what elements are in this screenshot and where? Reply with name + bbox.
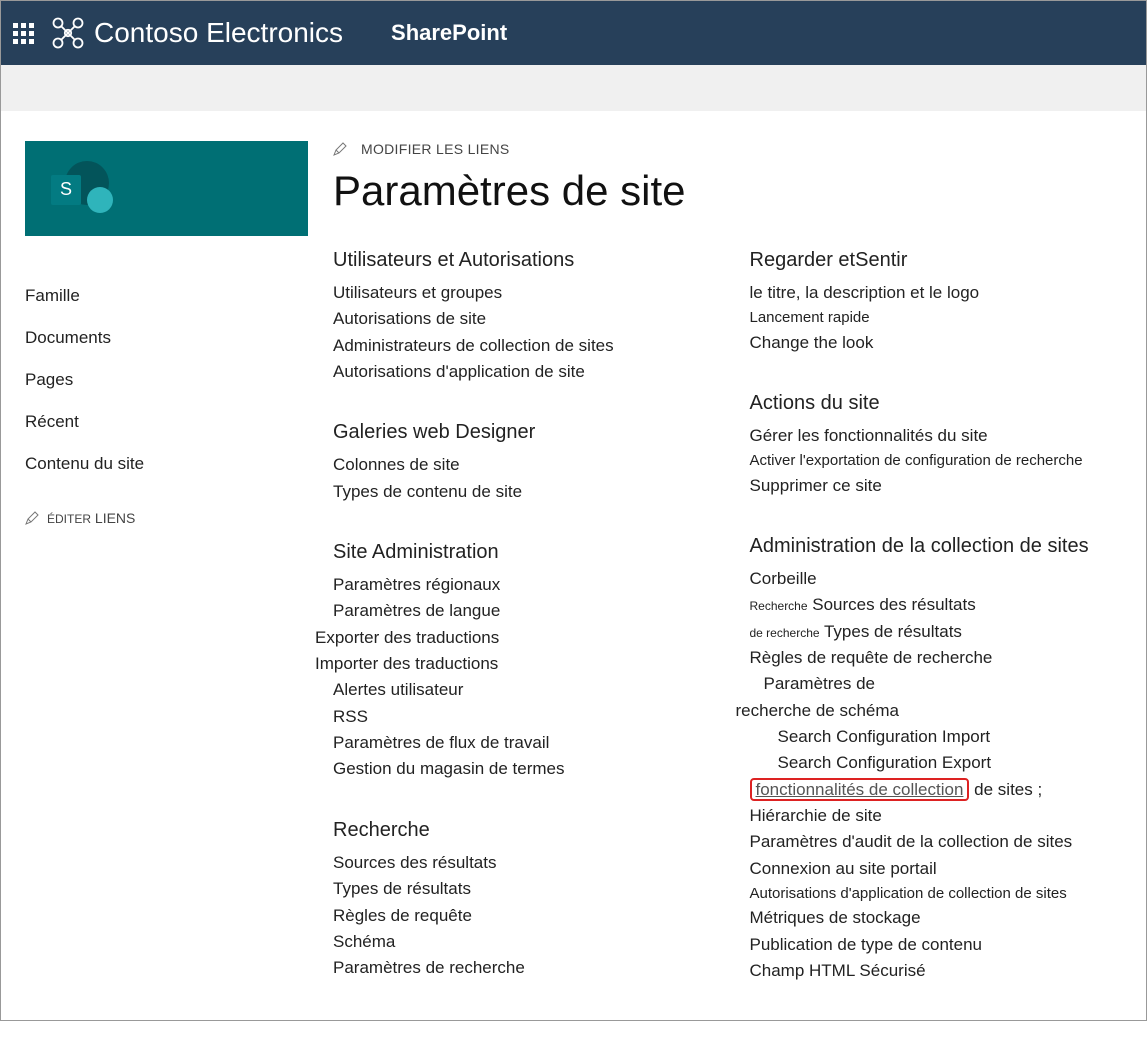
link-site-columns[interactable]: Colonnes de site [333, 452, 710, 478]
link-search-settings[interactable]: Paramètres de recherche [333, 955, 710, 981]
link-manage-site-features[interactable]: Gérer les fonctionnalités du site [750, 423, 1127, 449]
section-site-actions: Actions du site Gérer les fonctionnalité… [750, 392, 1127, 499]
link-recycle-bin[interactable]: Corbeille [750, 566, 1127, 592]
link-enable-search-config-export[interactable]: Activer l'exportation de configuration d… [750, 449, 1127, 472]
link-site-coll-admins[interactable]: Administrateurs de collection de sites [333, 333, 710, 359]
section-site-collection-admin: Administration de la collection de sites… [750, 535, 1127, 984]
link-portal-site-connection[interactable]: Connexion au site portail [750, 856, 1127, 882]
pencil-icon [333, 142, 347, 156]
link-highlight-site-coll-features: fonctionnalités de collection [750, 778, 970, 801]
link-title-description-logo[interactable]: le titre, la description et le logo [750, 280, 1127, 306]
link-term-store[interactable]: Gestion du magasin de termes [333, 756, 710, 782]
nav-item-site-contents[interactable]: Contenu du site [25, 444, 325, 486]
settings-column-1: Utilisateurs et Autorisations Utilisateu… [333, 249, 710, 1020]
section-site-administration: Site Administration Paramètres régionaux… [333, 541, 710, 783]
nav-item-documents[interactable]: Documents [25, 318, 325, 360]
nav-item-recent[interactable]: Récent [25, 402, 325, 444]
link-quick-launch[interactable]: Lancement rapide [750, 306, 1127, 329]
link-export-translations[interactable]: Exporter des traductions [315, 625, 710, 651]
edit-links-suffix: LIENS [95, 510, 135, 526]
edit-links-button[interactable]: ÉDITER LIENS [25, 510, 325, 526]
edit-links-prefix: ÉDITER [47, 512, 91, 526]
section-heading: Administration de la collection de sites [750, 535, 1127, 558]
nav-item-famille[interactable]: Famille [25, 276, 325, 318]
section-heading: Galeries web Designer [333, 421, 710, 444]
link-query-rules[interactable]: Règles de requête [333, 903, 710, 929]
link-site-hierarchy[interactable]: Hiérarchie de site [750, 803, 1127, 829]
section-search: Recherche Sources des résultats Types de… [333, 819, 710, 982]
link-change-the-look[interactable]: Change the look [750, 330, 1127, 356]
section-heading: Recherche [333, 819, 710, 842]
link-regional-settings[interactable]: Paramètres régionaux [333, 572, 710, 598]
section-web-designer-galleries: Galeries web Designer Colonnes de site T… [333, 421, 710, 505]
link-people-groups[interactable]: Utilisateurs et groupes [333, 280, 710, 306]
section-heading: Regarder etSentir [750, 249, 1127, 272]
link-content-type-publishing[interactable]: Publication de type de contenu [750, 932, 1127, 958]
link-search-result-sources[interactable]: Recherche Sources des résultats [750, 592, 1127, 618]
section-look-and-feel: Regarder etSentir le titre, la descripti… [750, 249, 1127, 356]
section-heading: Site Administration [333, 541, 710, 564]
link-schema[interactable]: Schéma [333, 929, 710, 955]
edit-top-links-button[interactable]: MODIFIER LES LIENS [333, 141, 1126, 157]
link-site-content-types[interactable]: Types de contenu de site [333, 479, 710, 505]
link-search-query-rules[interactable]: Règles de requête de recherche [750, 645, 1127, 671]
link-search-schema-1[interactable]: Paramètres de [750, 671, 1127, 697]
link-site-coll-app-permissions[interactable]: Autorisations d'application de collectio… [750, 882, 1127, 905]
page-title: Paramètres de site [333, 167, 1126, 215]
product-name[interactable]: SharePoint [391, 20, 507, 46]
nav-item-pages[interactable]: Pages [25, 360, 325, 402]
link-search-schema-2[interactable]: recherche de schéma [736, 698, 1127, 724]
brand-logo[interactable]: Contoso Electronics [52, 17, 343, 49]
app-launcher-icon[interactable] [13, 23, 34, 44]
ribbon-bar [1, 65, 1146, 111]
link-import-translations[interactable]: Importer des traductions [315, 651, 710, 677]
link-html-field-security[interactable]: Champ HTML Sécurisé [750, 958, 1127, 984]
left-navigation: Famille Documents Pages Récent Contenu d… [25, 236, 325, 526]
pencil-icon [25, 511, 39, 525]
suite-bar: Contoso Electronics SharePoint [1, 1, 1146, 65]
link-rss[interactable]: RSS [333, 704, 710, 730]
link-result-sources[interactable]: Sources des résultats [333, 850, 710, 876]
link-site-collection-features[interactable]: fonctionnalités de collection de sites ; [750, 777, 1127, 803]
link-workflow-settings[interactable]: Paramètres de flux de travail [333, 730, 710, 756]
link-storage-metrics[interactable]: Métriques de stockage [750, 905, 1127, 931]
drone-icon [52, 17, 84, 49]
link-language-settings[interactable]: Paramètres de langue [333, 598, 710, 624]
link-result-types[interactable]: Types de résultats [333, 876, 710, 902]
link-search-result-types[interactable]: de recherche Types de résultats [750, 619, 1127, 645]
link-search-config-export[interactable]: Search Configuration Export [750, 750, 1127, 776]
sharepoint-logo-icon: S [51, 157, 115, 221]
link-user-alerts[interactable]: Alertes utilisateur [333, 677, 710, 703]
settings-column-2: Regarder etSentir le titre, la descripti… [750, 249, 1127, 1020]
link-site-permissions[interactable]: Autorisations de site [333, 306, 710, 332]
brand-name: Contoso Electronics [94, 17, 343, 49]
site-logo-tile[interactable]: S [25, 141, 308, 236]
section-heading: Utilisateurs et Autorisations [333, 249, 710, 272]
link-search-config-import[interactable]: Search Configuration Import [750, 724, 1127, 750]
edit-top-links-label: MODIFIER LES LIENS [361, 141, 510, 157]
section-heading: Actions du site [750, 392, 1127, 415]
section-users-permissions: Utilisateurs et Autorisations Utilisateu… [333, 249, 710, 385]
link-audit-settings[interactable]: Paramètres d'audit de la collection de s… [750, 829, 1127, 855]
link-site-app-permissions[interactable]: Autorisations d'application de site [333, 359, 710, 385]
link-delete-site[interactable]: Supprimer ce site [750, 473, 1127, 499]
